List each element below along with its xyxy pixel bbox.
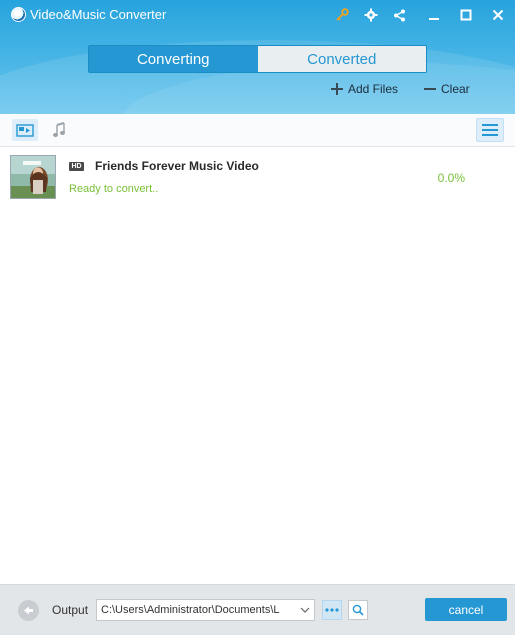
app-title: Video&Music Converter [30, 7, 167, 22]
search-icon[interactable] [348, 600, 368, 620]
add-files-button[interactable]: Add Files [331, 81, 398, 97]
file-progress: 0.0% [437, 171, 465, 185]
key-icon[interactable] [333, 6, 351, 24]
minus-icon [424, 83, 436, 95]
output-label: Output [52, 603, 89, 617]
hd-badge: HD [69, 162, 84, 171]
app-logo-icon [11, 7, 26, 22]
clear-label: Clear [441, 82, 470, 96]
music-note-icon[interactable] [48, 119, 70, 141]
video-thumbnail [10, 155, 56, 199]
list-toolbar [0, 114, 515, 147]
output-path-field[interactable]: C:\Users\Administrator\Documents\L [96, 599, 315, 621]
title-bar: Video&Music Converter [0, 0, 515, 30]
tab-switcher: Converting Converted [88, 45, 427, 73]
maximize-icon[interactable] [457, 6, 475, 24]
close-icon[interactable] [489, 6, 507, 24]
cancel-button[interactable]: cancel [425, 598, 507, 621]
chevron-down-icon[interactable] [300, 605, 310, 618]
gear-icon[interactable] [362, 6, 380, 24]
clear-button[interactable]: Clear [424, 81, 470, 97]
file-status: Ready to convert.. [69, 183, 159, 195]
header: Video&Music Converter Converting Convert… [0, 0, 515, 114]
add-files-label: Add Files [348, 82, 399, 96]
share-icon[interactable] [390, 6, 408, 24]
plus-icon [331, 83, 343, 95]
output-path-value: C:\Users\Administrator\Documents\L [101, 604, 280, 616]
video-view-icon[interactable] [12, 119, 38, 141]
tab-converting[interactable]: Converting [89, 46, 258, 72]
menu-icon[interactable] [476, 118, 504, 142]
minimize-icon[interactable] [425, 6, 443, 24]
file-title: Friends Forever Music Video [95, 159, 259, 173]
footer-bar: Output C:\Users\Administrator\Documents\… [0, 584, 515, 635]
tab-converted[interactable]: Converted [257, 46, 426, 72]
browse-more-button[interactable] [322, 600, 342, 620]
back-button[interactable] [18, 600, 39, 621]
